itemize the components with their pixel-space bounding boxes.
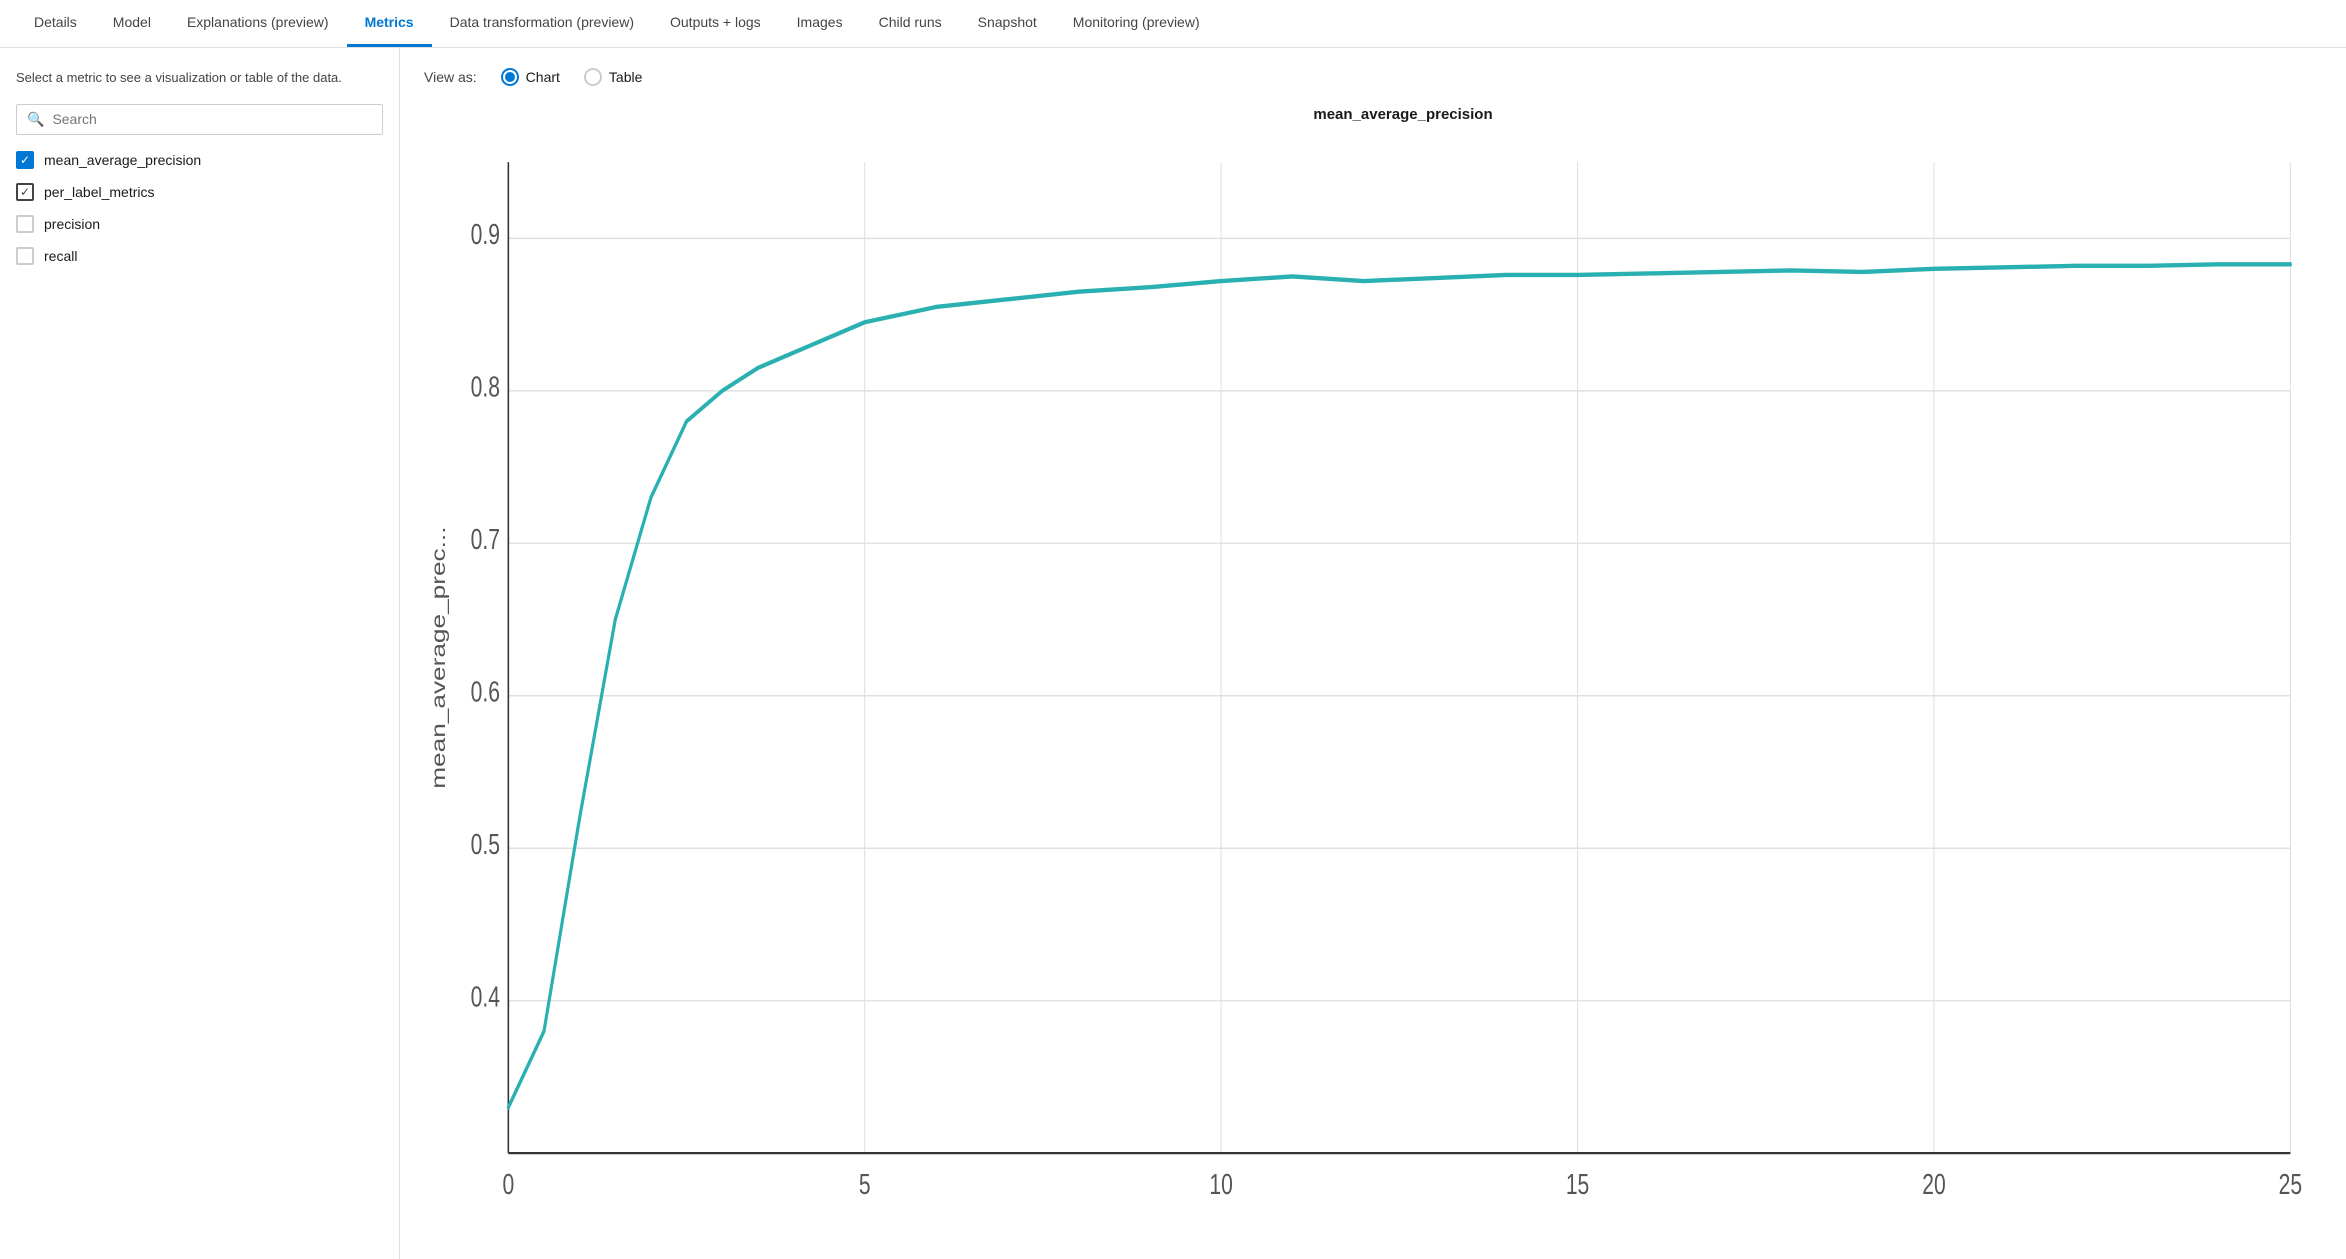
nav-item-outputs-+-logs[interactable]: Outputs + logs (652, 0, 779, 47)
chart-svg: 0.9 0.8 0.7 0.6 0.5 0.4 0 5 10 15 20 25 mean_average… (424, 133, 2322, 1226)
metric-item-per_label_metrics[interactable]: ✓ per_label_metrics (16, 183, 383, 201)
checkbox-precision[interactable] (16, 215, 34, 233)
left-panel: Select a metric to see a visualization o… (0, 48, 400, 1259)
svg-text:25: 25 (2279, 1169, 2302, 1201)
metric-item-mean_average_precision[interactable]: ✓ mean_average_precision (16, 151, 383, 169)
view-as-label: View as: (424, 69, 477, 85)
metric-label-mean_average_precision: mean_average_precision (44, 152, 201, 168)
nav-item-monitoring-(preview)[interactable]: Monitoring (preview) (1055, 0, 1218, 47)
metric-label-recall: recall (44, 248, 77, 264)
chart-radio-label: Chart (526, 69, 560, 85)
svg-text:0.9: 0.9 (471, 219, 500, 251)
svg-text:0.6: 0.6 (471, 676, 500, 708)
search-box[interactable]: 🔍 (16, 104, 383, 135)
checkbox-mean_average_precision[interactable]: ✓ (16, 151, 34, 169)
svg-text:15: 15 (1566, 1169, 1589, 1201)
metric-item-precision[interactable]: precision (16, 215, 383, 233)
nav-item-images[interactable]: Images (779, 0, 861, 47)
svg-text:0.4: 0.4 (471, 981, 500, 1013)
search-icon: 🔍 (27, 111, 44, 128)
svg-text:0: 0 (502, 1169, 514, 1201)
chart-container: 0.9 0.8 0.7 0.6 0.5 0.4 0 5 10 15 20 25 mean_average… (424, 133, 2322, 1226)
checkmark-icon: ✓ (20, 154, 30, 166)
search-input[interactable] (52, 111, 372, 127)
svg-text:0.5: 0.5 (471, 829, 500, 861)
right-panel: View as: Chart Table mean_average_precis… (400, 48, 2346, 1259)
chart-radio-circle (501, 68, 519, 86)
table-radio-label: Table (609, 69, 642, 85)
main-layout: Select a metric to see a visualization o… (0, 48, 2346, 1259)
table-radio-circle (584, 68, 602, 86)
chart-radio-option[interactable]: Chart (501, 68, 560, 86)
checkmark-icon: ✓ (20, 186, 30, 198)
nav-item-snapshot[interactable]: Snapshot (960, 0, 1055, 47)
nav-item-data-transformation-(preview)[interactable]: Data transformation (preview) (432, 0, 652, 47)
chart-title: mean_average_precision (484, 106, 2322, 123)
svg-text:5: 5 (859, 1169, 871, 1201)
svg-text:10: 10 (1209, 1169, 1232, 1201)
nav-item-details[interactable]: Details (16, 0, 95, 47)
panel-description: Select a metric to see a visualization o… (16, 68, 383, 88)
nav-item-model[interactable]: Model (95, 0, 169, 47)
top-navigation: DetailsModelExplanations (preview)Metric… (0, 0, 2346, 48)
metric-label-precision: precision (44, 216, 100, 232)
svg-text:0.7: 0.7 (471, 524, 500, 556)
checkbox-per_label_metrics[interactable]: ✓ (16, 183, 34, 201)
checkbox-recall[interactable] (16, 247, 34, 265)
svg-text:0.8: 0.8 (471, 371, 500, 403)
metric-item-recall[interactable]: recall (16, 247, 383, 265)
svg-text:20: 20 (1922, 1169, 1945, 1201)
metric-list: ✓ mean_average_precision ✓ per_label_metric… (16, 151, 383, 265)
nav-item-explanations-(preview)[interactable]: Explanations (preview) (169, 0, 347, 47)
chart-area: mean_average_precision 0.90.80.70.60.50.… (424, 106, 2322, 1239)
metric-label-per_label_metrics: per_label_metrics (44, 184, 155, 200)
nav-item-child-runs[interactable]: Child runs (861, 0, 960, 47)
view-as-row: View as: Chart Table (424, 68, 2322, 86)
svg-text:mean_average_prec...: mean_average_prec... (428, 527, 450, 789)
table-radio-option[interactable]: Table (584, 68, 642, 86)
nav-item-metrics[interactable]: Metrics (347, 0, 432, 47)
